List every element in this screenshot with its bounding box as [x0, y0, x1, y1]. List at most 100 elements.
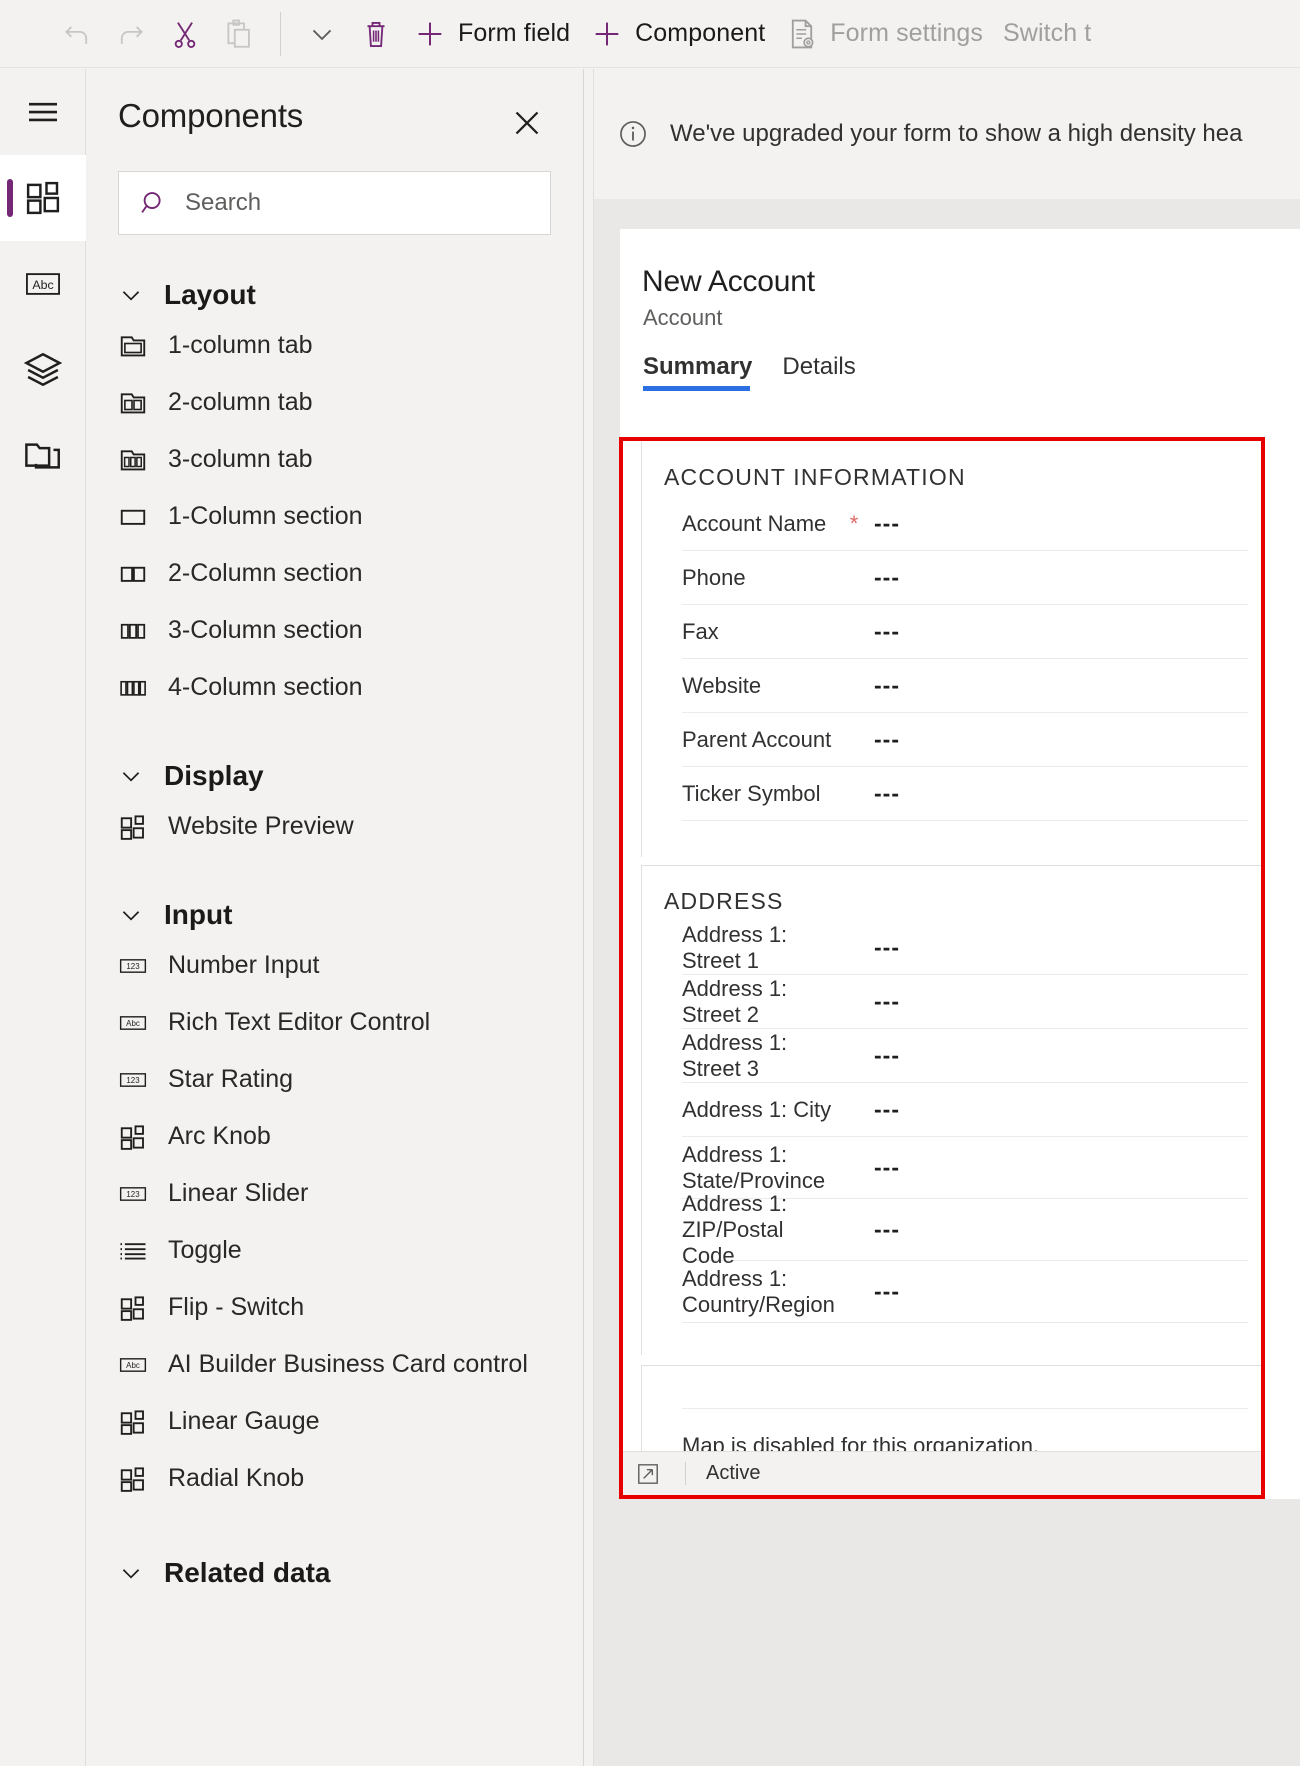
component-rich-text-editor[interactable]: Abc Rich Text Editor Control — [87, 994, 583, 1051]
tab-details[interactable]: Details — [782, 353, 855, 391]
component-label: 2-column tab — [168, 388, 313, 416]
expand-icon[interactable] — [635, 1461, 661, 1487]
selected-tab-region[interactable]: ACCOUNT INFORMATION Account Name * --- P… — [619, 437, 1265, 1499]
component-1-column-section[interactable]: 1-Column section — [87, 488, 583, 545]
svg-text:123: 123 — [126, 1190, 140, 1199]
group-layout[interactable]: Layout — [87, 273, 583, 317]
component-label: 2-Column section — [168, 559, 363, 587]
field-label: Address 1: Street 1 — [682, 921, 788, 973]
tab-2col-icon — [120, 392, 146, 413]
form-settings-icon — [792, 19, 814, 48]
component-3-column-section[interactable]: 3-Column section — [87, 602, 583, 659]
component-star-rating[interactable]: 123 Star Rating — [87, 1051, 583, 1108]
tab-3col-icon — [120, 449, 146, 470]
field-row[interactable]: Address 1: Street 3 --- — [682, 1029, 1248, 1083]
delete-button[interactable] — [349, 8, 403, 60]
add-form-field-button[interactable]: Form field — [403, 8, 580, 60]
component-1-column-tab[interactable]: 1-column tab — [87, 317, 583, 374]
field-value: --- — [874, 1042, 900, 1068]
component-flip-switch[interactable]: Flip - Switch — [87, 1279, 583, 1336]
component-label: Linear Gauge — [168, 1407, 320, 1435]
form-settings-button[interactable]: Form settings — [775, 8, 993, 60]
field-row[interactable]: Address 1: City --- — [682, 1083, 1248, 1137]
field-row[interactable]: Address 1: Country/Region --- — [682, 1261, 1248, 1323]
component-label: Number Input — [168, 951, 320, 979]
component-4-column-section[interactable]: 4-Column section — [87, 659, 583, 716]
field-label: Address 1: Country/Region — [682, 1265, 835, 1317]
cut-button[interactable] — [158, 8, 212, 60]
field-label: Account Name — [682, 510, 827, 536]
component-2-column-section[interactable]: 2-Column section — [87, 545, 583, 602]
component-label: 4-Column section — [168, 673, 363, 701]
field-value: --- — [874, 618, 900, 644]
rail-item-related[interactable] — [0, 413, 86, 499]
rail-item-layers[interactable] — [0, 327, 86, 413]
group-input[interactable]: Input — [87, 893, 583, 937]
field-row[interactable]: Address 1: ZIP/Postal Code --- — [682, 1191, 1248, 1268]
paste-button[interactable] — [212, 8, 266, 60]
component-ai-builder-business-card[interactable]: Abc AI Builder Business Card control — [87, 1336, 583, 1393]
undo-button[interactable] — [50, 8, 104, 60]
left-rail: Abc — [0, 69, 86, 1766]
component-label: Linear Slider — [168, 1179, 309, 1207]
rail-item-menu[interactable] — [0, 69, 86, 155]
component-arc-knob[interactable]: Arc Knob — [87, 1108, 583, 1165]
component-label: 1-Column section — [168, 502, 363, 530]
field-row[interactable]: Address 1: Street 2 --- — [682, 975, 1248, 1029]
field-row[interactable]: Parent Account --- — [682, 713, 1248, 767]
component-label: Rich Text Editor Control — [168, 1008, 431, 1036]
rail-item-fields[interactable]: Abc — [0, 241, 86, 327]
layers-icon — [23, 352, 63, 387]
group-related-data[interactable]: Related data — [87, 1551, 583, 1595]
group-layout-label: Layout — [164, 279, 256, 310]
form-canvas: We've upgraded your form to show a high … — [585, 69, 1300, 1766]
component-toggle[interactable]: Toggle — [87, 1222, 583, 1279]
field-row[interactable]: Address 1: Street 1 --- — [682, 921, 1248, 975]
section-4col-icon — [120, 680, 146, 696]
svg-text:123: 123 — [126, 962, 140, 971]
group-display[interactable]: Display — [87, 754, 583, 798]
switch-label: Switch t — [1003, 19, 1092, 47]
component-label: AI Builder Business Card control — [168, 1350, 528, 1378]
component-linear-gauge[interactable]: Linear Gauge — [87, 1393, 583, 1450]
component-linear-slider[interactable]: 123 Linear Slider — [87, 1165, 583, 1222]
field-label: Address 1: ZIP/Postal Code — [682, 1190, 788, 1268]
field-row[interactable]: Fax --- — [682, 605, 1248, 659]
component-2-column-tab[interactable]: 2-column tab — [87, 374, 583, 431]
field-row[interactable]: Ticker Symbol --- — [682, 767, 1248, 821]
folder-copy-icon — [25, 443, 60, 469]
field-row[interactable]: Phone --- — [682, 551, 1248, 605]
rail-item-components[interactable] — [0, 155, 86, 241]
component-number-input[interactable]: 123 Number Input — [87, 937, 583, 994]
field-label: Fax — [682, 618, 719, 644]
switch-to-classic-button[interactable]: Switch t — [993, 8, 1101, 60]
svg-text:Abc: Abc — [126, 1361, 140, 1370]
component-3-column-tab[interactable]: 3-column tab — [87, 431, 583, 488]
field-value: --- — [874, 564, 900, 590]
search-input[interactable]: Search — [118, 171, 551, 235]
field-row[interactable]: Website --- — [682, 659, 1248, 713]
abc-field-icon: Abc — [26, 273, 60, 295]
abc-field-icon: Abc — [119, 1015, 147, 1030]
search-icon — [141, 192, 161, 213]
field-label: Address 1: State/Province — [682, 1141, 826, 1193]
field-value: --- — [874, 1216, 900, 1242]
component-website-preview[interactable]: Website Preview — [87, 798, 583, 855]
components-list: Layout 1-column tab 2-column tab 3-colum… — [87, 235, 583, 1766]
tab-summary[interactable]: Summary — [643, 353, 752, 391]
component-label: Radial Knob — [168, 1464, 305, 1492]
add-component-button[interactable]: Component — [580, 8, 775, 60]
component-label: Arc Knob — [168, 1122, 271, 1150]
section-3col-icon — [120, 623, 146, 639]
toolbar-separator — [280, 11, 281, 56]
section-account-information[interactable]: ACCOUNT INFORMATION Account Name * --- P… — [641, 441, 1261, 857]
overflow-button[interactable] — [295, 8, 349, 60]
field-row[interactable]: Account Name * --- — [682, 497, 1248, 551]
undo-icon — [65, 25, 88, 44]
component-radial-knob[interactable]: Radial Knob — [87, 1450, 583, 1507]
redo-button[interactable] — [104, 8, 158, 60]
plus-icon — [595, 22, 619, 45]
close-icon[interactable] — [509, 105, 545, 141]
section-address[interactable]: ADDRESS Address 1: Street 1 --- Address … — [641, 865, 1261, 1355]
